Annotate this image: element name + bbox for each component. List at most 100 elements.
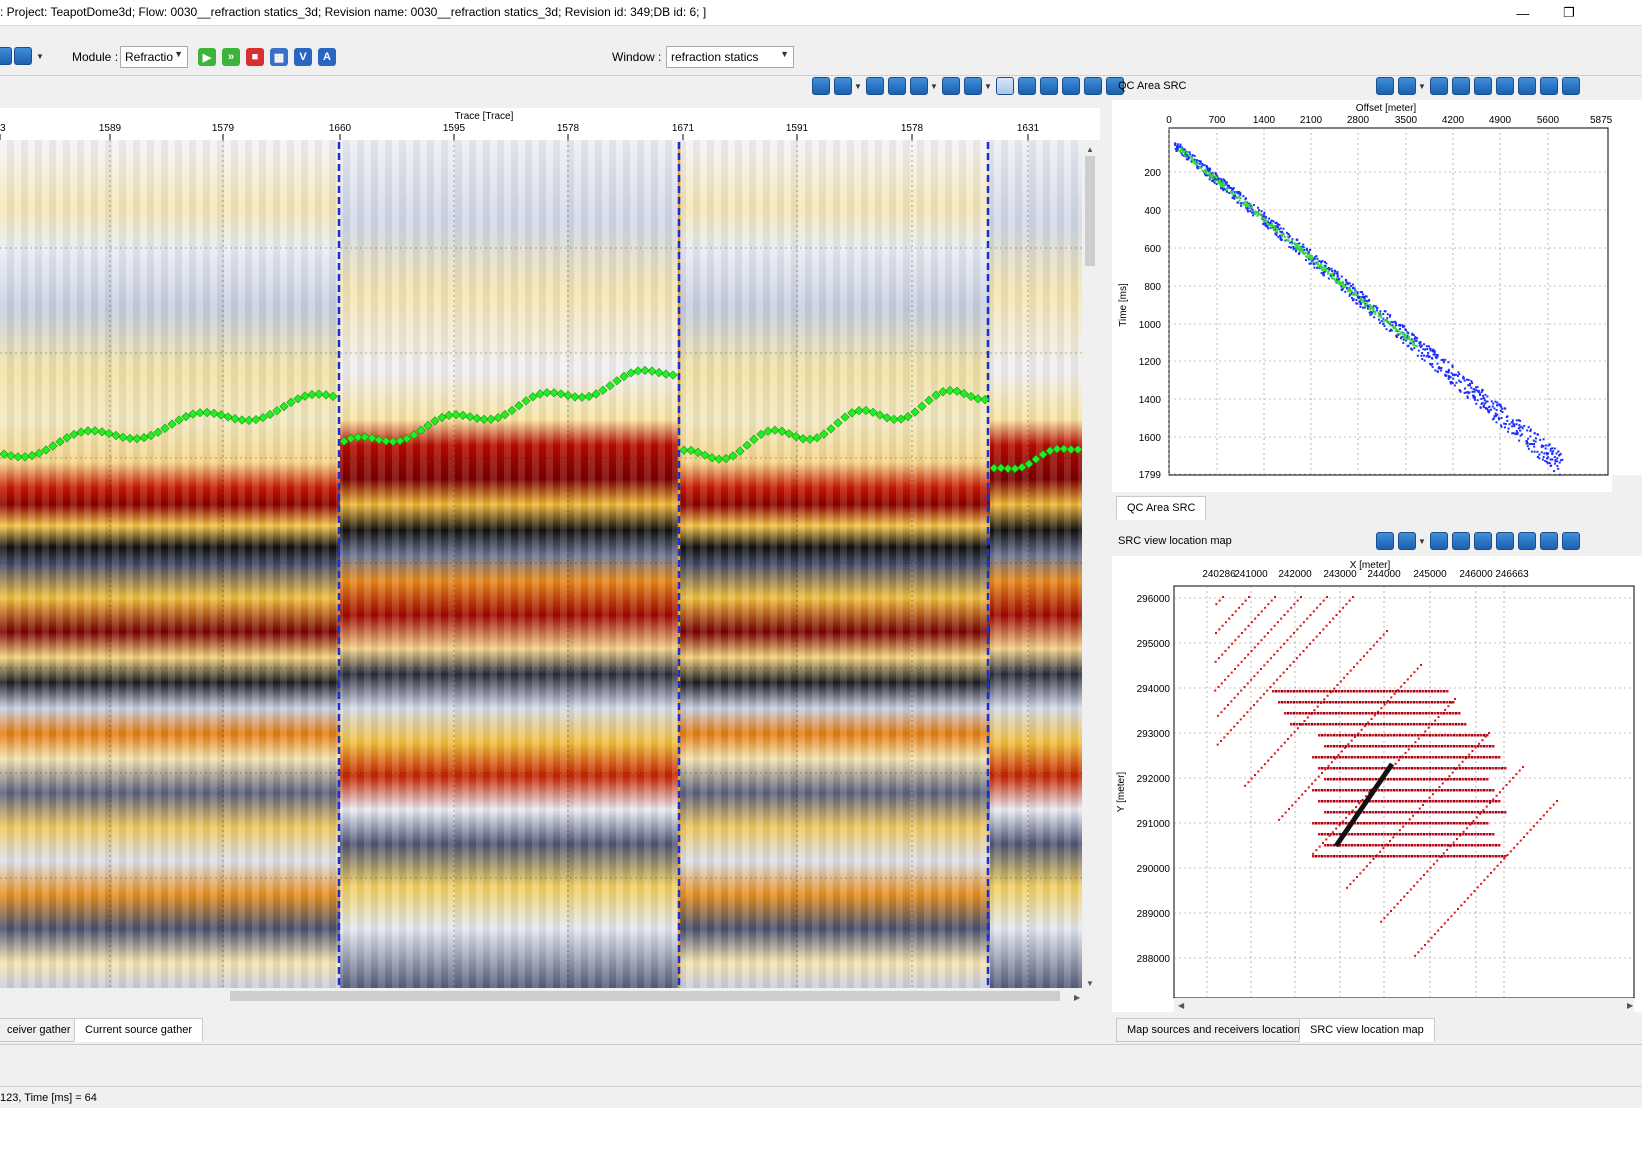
tab-qc-area-src[interactable]: QC Area SRC — [1116, 496, 1207, 520]
qc-point — [1221, 182, 1224, 185]
qc-point — [1500, 424, 1503, 427]
scroll-right-icon[interactable]: ▶ — [1627, 1001, 1634, 1010]
settings-icon[interactable] — [1376, 532, 1394, 550]
source-point — [1323, 723, 1326, 726]
qc-point — [1513, 425, 1516, 428]
chevron-down-icon[interactable]: ▼ — [36, 47, 44, 65]
scroll-right-icon[interactable]: ▶ — [1074, 993, 1081, 1002]
batch-icon[interactable]: ▦ — [270, 48, 288, 66]
zoom-reset-icon[interactable] — [888, 77, 906, 95]
chevron-down-icon[interactable]: ▼ — [1418, 77, 1426, 95]
download-icon[interactable] — [1518, 532, 1536, 550]
receiver-point — [1247, 781, 1250, 784]
receiver-point — [1313, 709, 1316, 712]
source-point — [1393, 811, 1396, 814]
receiver-point — [1281, 815, 1284, 818]
scrollbar-thumb[interactable] — [1085, 156, 1095, 266]
scroll-up-icon[interactable]: ▲ — [1086, 145, 1094, 154]
x-tick-label: 1578 — [901, 123, 924, 134]
tab-receiver-gather[interactable]: ceiver gather — [0, 1018, 82, 1042]
annotate-icon[interactable] — [1018, 77, 1036, 95]
pointer-icon[interactable] — [996, 77, 1014, 95]
source-point — [1486, 822, 1489, 825]
view-icon[interactable]: V — [294, 48, 312, 66]
table-icon[interactable] — [942, 77, 960, 95]
zoom-reset-icon[interactable] — [1452, 532, 1470, 550]
source-point — [1498, 855, 1501, 858]
chevron-down-icon[interactable]: ▼ — [984, 77, 992, 95]
text-icon[interactable]: A — [318, 48, 336, 66]
pick-icon[interactable] — [1062, 77, 1080, 95]
source-point — [1381, 811, 1384, 814]
view-icon[interactable] — [834, 77, 852, 95]
pick-icon[interactable] — [1562, 77, 1580, 95]
source-point — [1363, 767, 1366, 770]
play-icon[interactable]: ▶ — [198, 48, 216, 66]
tab-src-view-location-map[interactable]: SRC view location map — [1299, 1018, 1435, 1042]
qc-point — [1529, 443, 1532, 446]
export-icon[interactable] — [1540, 532, 1558, 550]
zoom-area-icon[interactable] — [910, 77, 928, 95]
annotate-icon[interactable] — [1496, 532, 1514, 550]
zoom-in-icon[interactable] — [1430, 77, 1448, 95]
tool-icon[interactable] — [0, 47, 12, 65]
pointer-icon[interactable] — [1474, 77, 1492, 95]
window-select[interactable]: refraction statics ▼ — [666, 46, 794, 68]
source-point — [1429, 833, 1432, 836]
receiver-point — [1431, 793, 1434, 796]
seismic-gather-plot[interactable]: Trace [Trace] 3 1589 1579 1660 1595 1578 1671 1… — [0, 108, 1100, 1008]
chevron-down-icon[interactable]: ▼ — [1418, 532, 1426, 550]
stop-icon[interactable]: ■ — [246, 48, 264, 66]
zoom-reset-icon[interactable] — [1452, 77, 1470, 95]
restore-button[interactable]: ❐ — [1546, 0, 1592, 26]
zoom-in-icon[interactable] — [866, 77, 884, 95]
qc-point — [1429, 347, 1432, 350]
map-horizontal-scrollbar[interactable] — [1174, 998, 1634, 1012]
receiver-point — [1246, 682, 1249, 685]
source-point — [1384, 800, 1387, 803]
compass-icon[interactable] — [1084, 77, 1102, 95]
source-point — [1402, 822, 1405, 825]
view-icon[interactable] — [1398, 77, 1416, 95]
module-select[interactable]: Refractio ▼ — [120, 46, 188, 68]
chart-icon[interactable] — [964, 77, 982, 95]
scrollbar-thumb[interactable] — [230, 991, 1060, 1001]
source-point — [1417, 822, 1420, 825]
source-point — [1495, 855, 1498, 858]
download-icon[interactable] — [1518, 77, 1536, 95]
source-point — [1422, 690, 1425, 693]
location-map-plot[interactable]: X [meter] Y [meter] 240286241000 242000 24… — [1112, 556, 1642, 1012]
tab-map-sources-receivers[interactable]: Map sources and receivers location — [1116, 1018, 1312, 1042]
receiver-point — [1277, 748, 1280, 751]
qc-point — [1426, 347, 1429, 350]
run-all-icon[interactable]: » — [222, 48, 240, 66]
export-icon[interactable] — [1540, 77, 1558, 95]
chevron-down-icon[interactable]: ▼ — [930, 77, 938, 95]
view-icon[interactable] — [1398, 532, 1416, 550]
settings-icon[interactable] — [812, 77, 830, 95]
refresh-icon[interactable] — [14, 47, 32, 65]
source-point — [1434, 690, 1437, 693]
download-icon[interactable] — [1040, 77, 1058, 95]
chevron-down-icon[interactable]: ▼ — [854, 77, 862, 95]
x-axis-title: Trace [Trace] — [455, 111, 514, 122]
qc-point — [1292, 245, 1295, 248]
source-point — [1414, 756, 1417, 759]
qc-scatter-plot[interactable]: Offset [meter] Time [ms] 0 700 1400 2100 280… — [1112, 100, 1642, 492]
qc-point — [1389, 328, 1392, 331]
zoom-in-icon[interactable] — [1430, 532, 1448, 550]
receiver-point — [1267, 632, 1269, 634]
tab-current-source-gather[interactable]: Current source gather — [74, 1018, 203, 1042]
annotate-icon[interactable] — [1496, 77, 1514, 95]
scroll-down-icon[interactable]: ▼ — [1086, 979, 1094, 988]
pick-icon[interactable] — [1562, 532, 1580, 550]
source-point — [1366, 778, 1369, 781]
qc-point — [1306, 249, 1309, 252]
minimize-button[interactable]: — — [1500, 0, 1546, 26]
qc-point — [1300, 247, 1303, 250]
settings-icon[interactable] — [1376, 77, 1394, 95]
source-point — [1362, 701, 1365, 704]
vertical-scrollbar[interactable] — [1082, 140, 1098, 988]
pointer-icon[interactable] — [1474, 532, 1492, 550]
scroll-left-icon[interactable]: ◀ — [1178, 1001, 1185, 1010]
